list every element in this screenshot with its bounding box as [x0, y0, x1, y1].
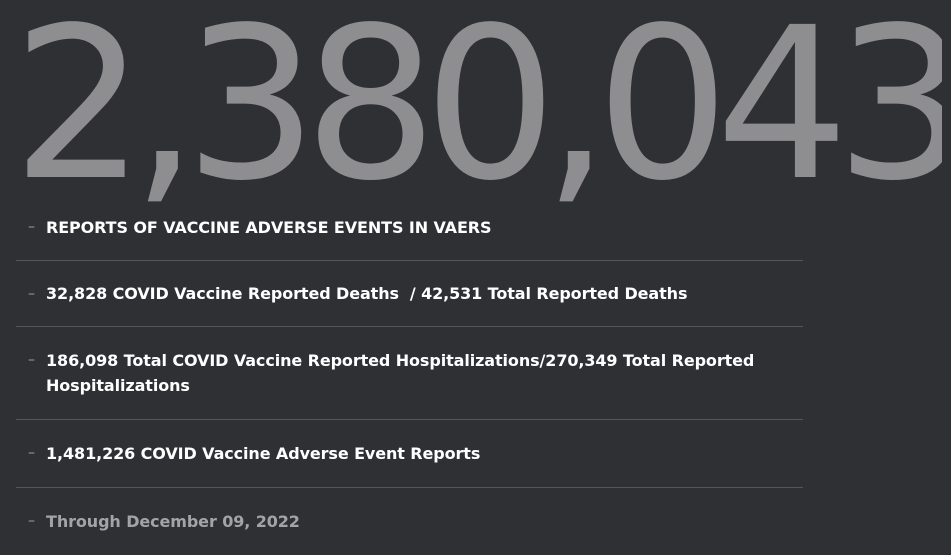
stat-text: 32,828 COVID Vaccine Reported Deaths / 4… [46, 284, 688, 303]
stat-text: 1,481,226 COVID Vaccine Adverse Event Re… [46, 444, 481, 463]
stat-row-adverse-event-reports: – 1,481,226 COVID Vaccine Adverse Event … [16, 420, 803, 488]
total-reports-count: 2,380,043 [12, 0, 942, 210]
date-text: Through December 09, 2022 [46, 512, 300, 531]
dash-bullet: – [28, 513, 35, 529]
dash-bullet: – [28, 286, 35, 302]
stat-row-date: – Through December 09, 2022 [16, 488, 803, 548]
vaers-stats-panel: 2,380,043 – REPORTS OF VACCINE ADVERSE E… [0, 0, 951, 555]
stat-row-deaths: – 32,828 COVID Vaccine Reported Deaths /… [16, 261, 803, 327]
stat-text: 186,098 Total COVID Vaccine Reported Hos… [46, 351, 755, 395]
stat-row-vaers-reports: – REPORTS OF VACCINE ADVERSE EVENTS IN V… [16, 200, 803, 261]
stats-list: – REPORTS OF VACCINE ADVERSE EVENTS IN V… [16, 200, 803, 548]
dash-bullet: – [28, 445, 35, 461]
dash-bullet: – [28, 352, 35, 368]
dash-bullet: – [28, 219, 35, 235]
stat-text: REPORTS OF VACCINE ADVERSE EVENTS IN VAE… [46, 218, 492, 237]
stat-row-hospitalizations: – 186,098 Total COVID Vaccine Reported H… [16, 327, 803, 420]
